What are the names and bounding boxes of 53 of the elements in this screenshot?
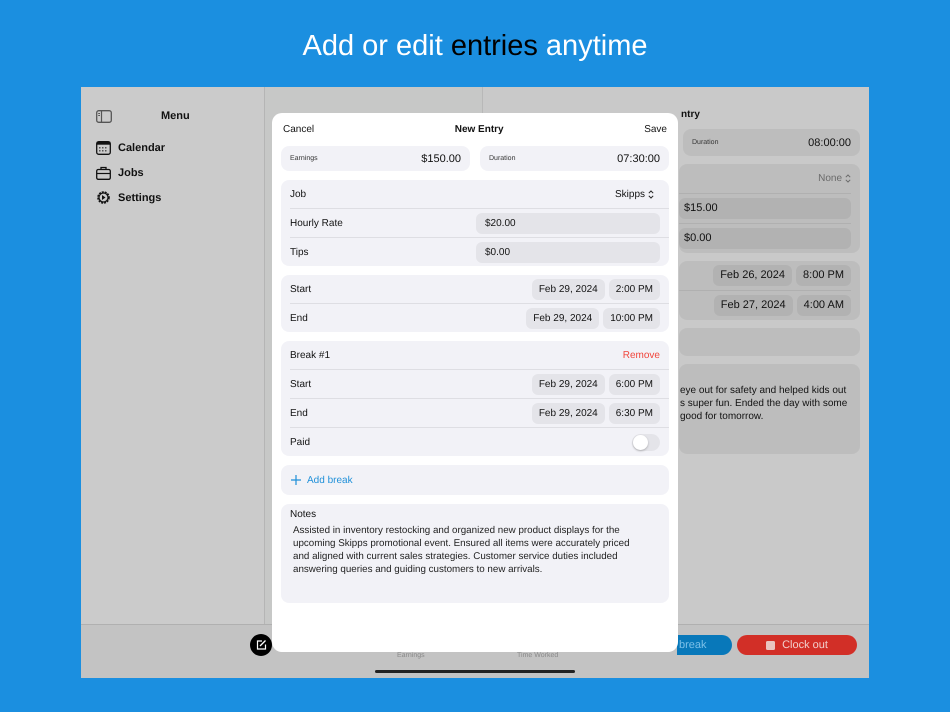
date-picker[interactable]: Feb 29, 2024 (532, 278, 605, 300)
sidebar-toggle-icon[interactable] (96, 110, 112, 122)
stat-value: 07:30:00 (617, 152, 660, 164)
input-field[interactable]: $15.00 (679, 198, 851, 219)
stat-value: 08:00:00 (808, 136, 851, 148)
row-label: End (290, 408, 308, 418)
date-picker[interactable]: Feb 26, 2024 (713, 265, 792, 286)
sidebar-item[interactable]: Jobs (96, 160, 264, 185)
notes-line: good for tomorrow. (680, 410, 764, 423)
save-button[interactable]: Save (644, 124, 667, 135)
chevron-up-down-icon (648, 190, 654, 198)
time-picker[interactable]: 8:00 PM (796, 265, 851, 286)
break-title: Break #1 (290, 350, 330, 360)
job-picker[interactable]: Skipps (614, 188, 654, 200)
settings-icon (96, 190, 111, 205)
notes-label: Notes (290, 509, 318, 520)
cancel-button[interactable]: Cancel (283, 124, 314, 135)
stat-value: $150.00 (421, 152, 461, 164)
chevron-up-down-icon (845, 174, 851, 183)
row-label: Start (290, 284, 312, 294)
time-picker[interactable]: 6:30 PM (608, 402, 660, 424)
time-picker[interactable]: 4:00 AM (796, 295, 851, 316)
headline: Add or edit entries anytime (302, 30, 648, 64)
row-label: Hourly Rate (290, 218, 343, 228)
sidebar-item[interactable]: Settings (96, 185, 264, 210)
time-picker[interactable]: 6:00 PM (608, 374, 660, 394)
time-picker[interactable]: 2:00 PM (608, 278, 660, 300)
row-label: Job (290, 188, 306, 200)
input-field[interactable]: $20.00 (476, 212, 660, 234)
row-label: Tips (290, 246, 309, 258)
date-picker[interactable]: Feb 29, 2024 (526, 308, 600, 328)
detail-title: ntry (681, 109, 701, 121)
briefcase-icon (96, 166, 111, 180)
stop-icon (766, 640, 776, 650)
date-picker[interactable]: Feb 27, 2024 (714, 295, 793, 316)
row-label: End (290, 312, 308, 324)
compose-icon[interactable] (250, 634, 272, 656)
input-field[interactable]: $0.00 (476, 242, 660, 262)
sidebar-item[interactable]: Calendar (96, 135, 264, 160)
plus-icon (291, 475, 301, 485)
sheet-title: New Entry (454, 124, 504, 135)
calendar-icon (96, 140, 111, 154)
sidebar-title: Menu (161, 110, 190, 122)
paid-toggle[interactable] (632, 434, 660, 450)
time-picker[interactable]: 10:00 PM (603, 308, 660, 328)
row-label: Paid (290, 436, 310, 448)
row-label: Start (290, 378, 312, 390)
date-picker[interactable]: Feb 29, 2024 (532, 374, 605, 394)
date-picker[interactable]: Feb 29, 2024 (532, 402, 605, 424)
notes-line: eye out for safety and helped kids out (680, 384, 848, 397)
notes-line: s super fun. Ended the day with some (680, 397, 848, 410)
input-field[interactable]: $0.00 (679, 228, 851, 249)
notes-field[interactable]: Assisted in inventory restocking and organized new product displays for the upcoming Skipps promotional event. Ensured all items were accurately priced and aligned with current sales strategies. Customer service duties included answering queries and guiding customers to new arrivals. (290, 524, 660, 576)
